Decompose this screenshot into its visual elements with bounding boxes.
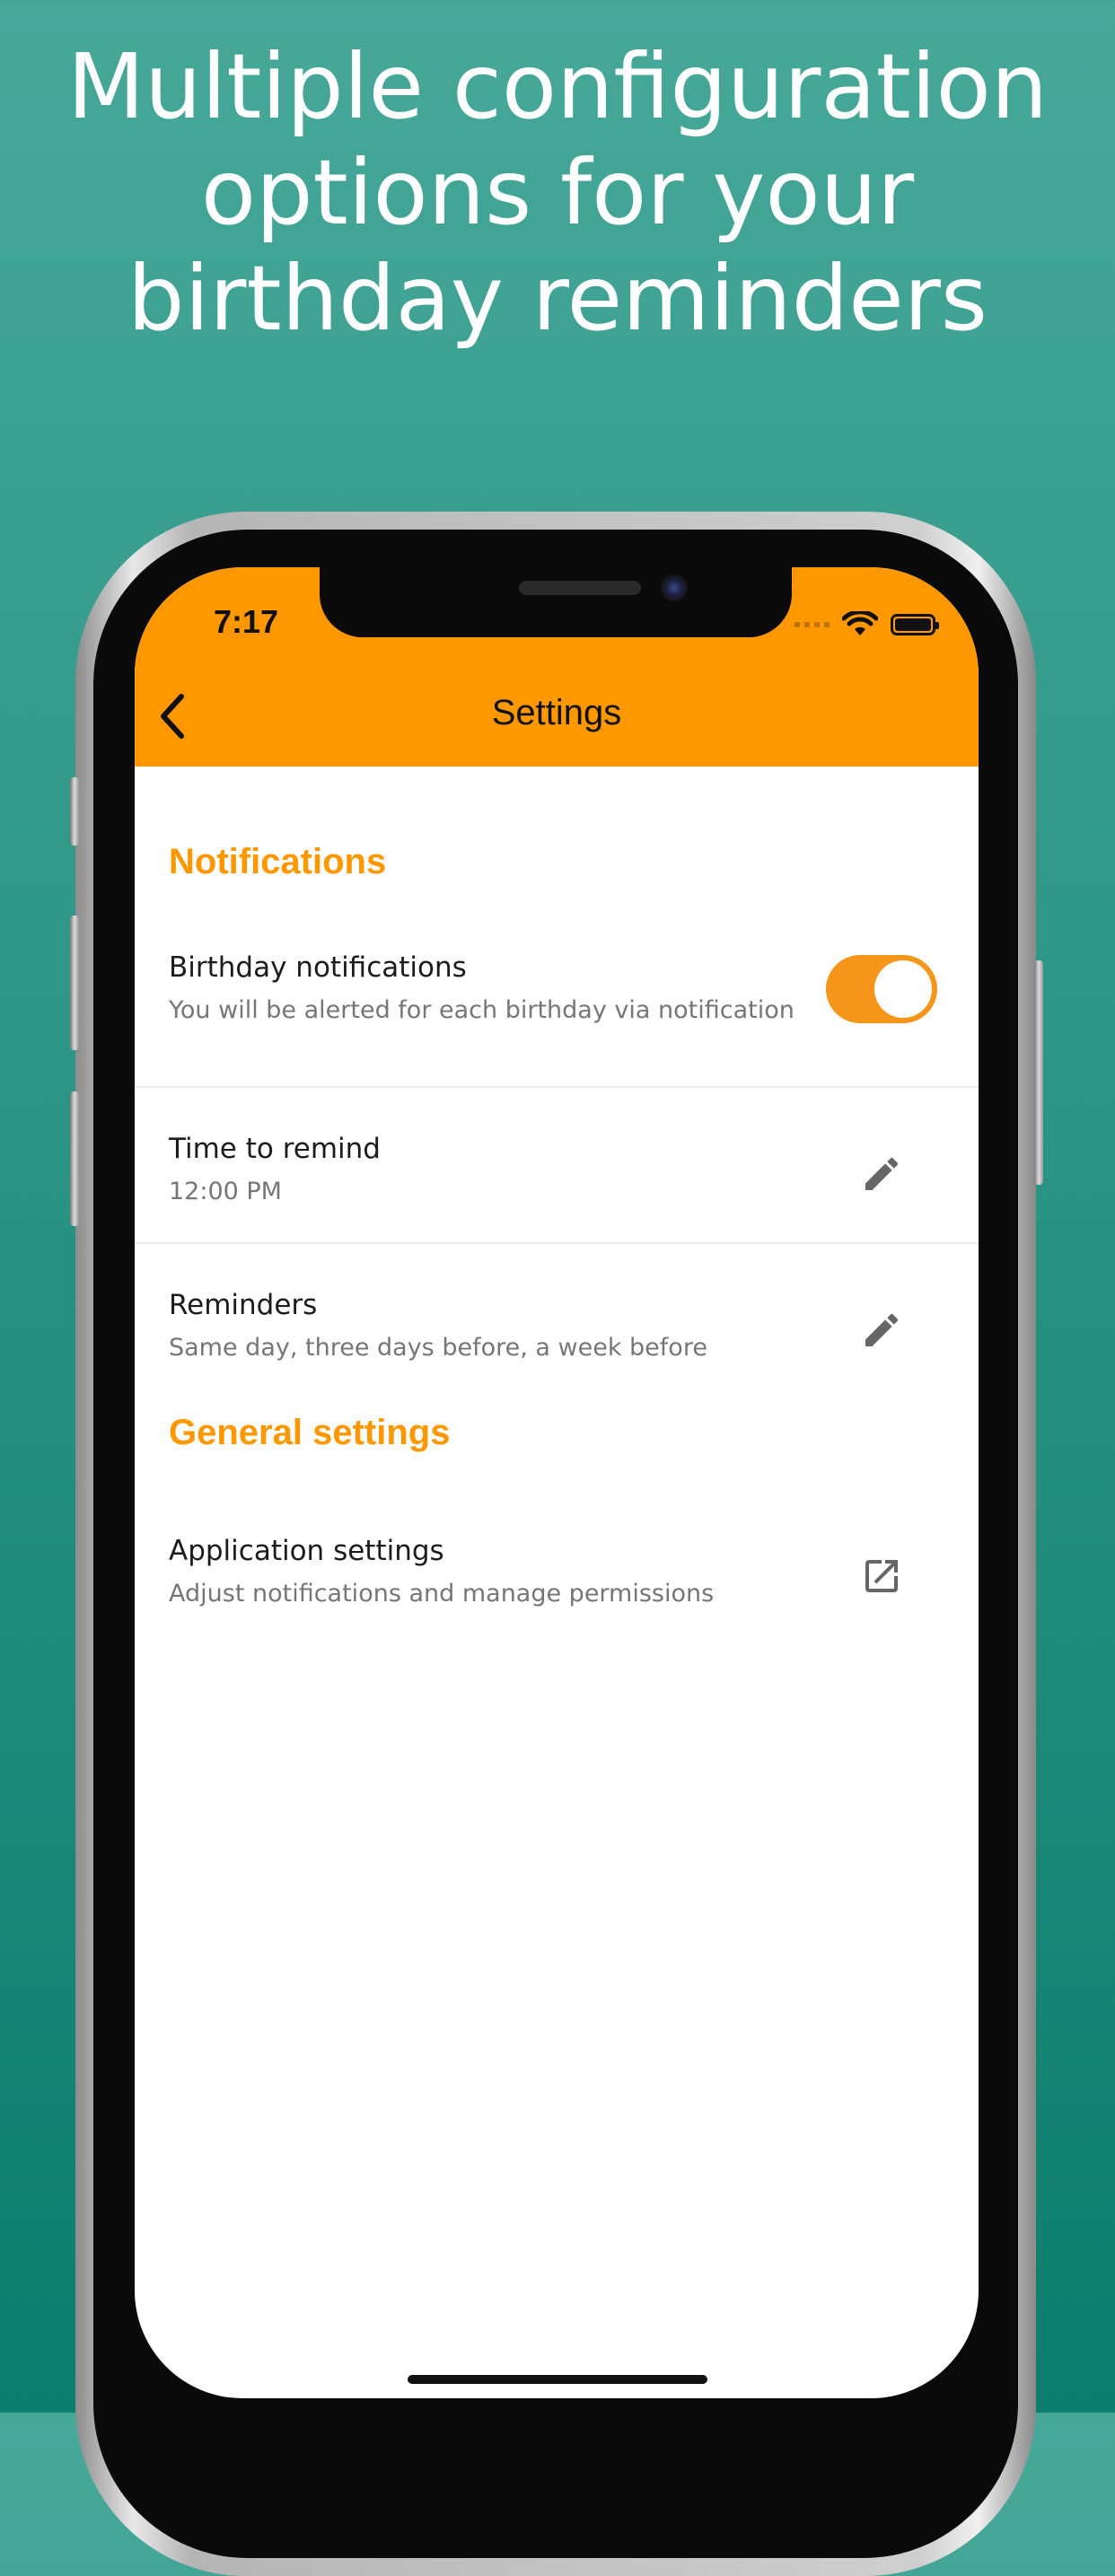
general-settings-section-header: General settings [169, 1413, 451, 1452]
time-to-remind-value: 12:00 PM [169, 1178, 282, 1205]
status-time: 7:17 [214, 603, 279, 640]
application-settings-row[interactable]: Application settings Adjust notification… [135, 1510, 979, 1635]
edit-reminders-button[interactable] [853, 1301, 910, 1359]
cellular-dots-icon [795, 622, 830, 627]
birthday-notifications-subtitle: You will be alerted for each birthday vi… [169, 996, 795, 1024]
reminders-subtitle: Same day, three days before, a week befo… [169, 1334, 707, 1362]
volume-down-button [70, 1091, 79, 1226]
pencil-icon [865, 1313, 899, 1346]
page-title: Settings [491, 693, 622, 732]
reminders-row[interactable]: Reminders Same day, three days before, a… [135, 1244, 979, 1398]
status-icons [795, 607, 939, 643]
headline-line-2: options for your [200, 140, 915, 245]
time-to-remind-row[interactable]: Time to remind 12:00 PM [135, 1088, 979, 1242]
silent-switch [70, 777, 79, 846]
notifications-section-header: Notifications [169, 842, 387, 881]
volume-up-button [70, 916, 79, 1050]
time-to-remind-title: Time to remind [169, 1133, 381, 1165]
reminders-title: Reminders [169, 1289, 318, 1321]
edit-time-button[interactable] [853, 1145, 910, 1203]
birthday-notifications-toggle[interactable] [826, 955, 937, 1023]
power-button [1034, 960, 1043, 1185]
application-settings-subtitle: Adjust notifications and manage permissi… [169, 1580, 715, 1608]
headline-line-1: Multiple configuration [66, 34, 1049, 139]
headline-line-3: birthday reminders [127, 246, 988, 351]
wifi-icon [842, 611, 878, 635]
battery-icon [891, 614, 939, 635]
speaker-grille [519, 581, 641, 595]
application-settings-title: Application settings [169, 1535, 444, 1567]
birthday-notifications-row[interactable]: Birthday notifications You will be alert… [135, 944, 979, 1070]
pencil-icon [865, 1157, 899, 1190]
birthday-notifications-title: Birthday notifications [169, 951, 467, 984]
open-app-settings-button[interactable] [853, 1547, 910, 1605]
home-indicator[interactable] [408, 2375, 707, 2384]
app-bar: 7:17 Settings [135, 567, 979, 767]
notch [320, 567, 792, 637]
front-camera [661, 574, 688, 601]
phone-screen: 7:17 Settings Notifications Birthday not… [135, 567, 979, 2398]
open-external-icon [865, 1560, 898, 1592]
promo-headline: Multiple configuration options for your … [0, 34, 1115, 352]
toggle-knob [874, 960, 932, 1018]
